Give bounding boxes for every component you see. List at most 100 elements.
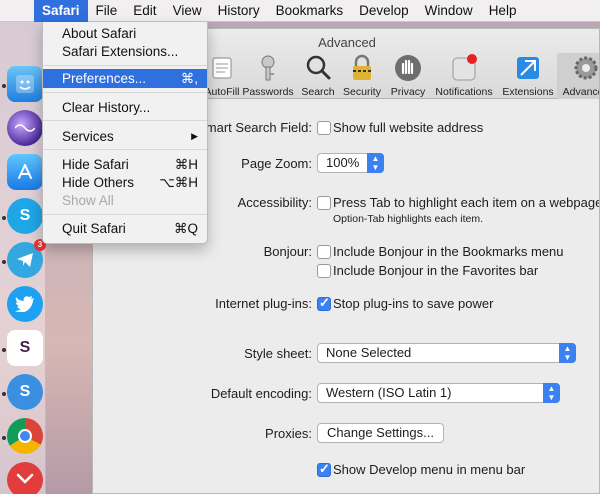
about-label: About Safari xyxy=(62,26,137,41)
accessibility-label: Accessibility: xyxy=(237,195,312,210)
tab-search-label: Search xyxy=(301,86,335,98)
app-store-icon[interactable] xyxy=(7,154,43,190)
slack-icon[interactable]: S xyxy=(7,330,43,366)
siri-icon[interactable] xyxy=(7,110,43,146)
running-indicator xyxy=(2,216,6,220)
menu-edit[interactable]: Edit xyxy=(125,0,164,22)
stop-plugins-checkbox[interactable] xyxy=(317,295,331,311)
menu-file[interactable]: File xyxy=(88,0,126,22)
skype-letter: S xyxy=(19,207,31,224)
tab-advanced-label: Advanced xyxy=(562,86,599,98)
hide-others-shortcut: ⌥⌘H xyxy=(159,175,198,190)
notifications-icon xyxy=(452,54,477,81)
bonjour-bookmarks-checkbox[interactable] xyxy=(317,245,331,259)
page-zoom-select[interactable]: 100% ▲ ▼ xyxy=(317,153,384,173)
chevron-right-icon: ▶ xyxy=(191,131,198,141)
menu-about-safari[interactable]: About Safari xyxy=(43,24,207,43)
twitter-icon[interactable] xyxy=(7,286,43,322)
chevron-updown-icon: ▲ ▼ xyxy=(543,383,560,403)
gear-icon xyxy=(574,56,598,80)
menu-view[interactable]: View xyxy=(165,0,210,22)
encoding-value: Western (ISO Latin 1) xyxy=(326,385,452,400)
chrome-icon[interactable] xyxy=(7,418,43,454)
hide-safari-label: Hide Safari xyxy=(62,157,129,172)
smart-search-label: Smart Search Field: xyxy=(197,120,312,135)
tab-privacy[interactable]: Privacy xyxy=(379,53,437,98)
tab-notifications[interactable]: Notifications xyxy=(435,53,493,98)
simplenote-icon[interactable]: S xyxy=(7,374,43,410)
services-label: Services xyxy=(62,129,114,144)
proxies-label: Proxies: xyxy=(265,426,312,441)
menu-bookmarks[interactable]: Bookmarks xyxy=(268,0,352,22)
menu-quit-safari[interactable]: Quit Safari ⌘Q xyxy=(43,219,207,238)
show-develop-text: Show Develop menu in menu bar xyxy=(333,462,526,477)
hide-others-label: Hide Others xyxy=(62,175,135,190)
menu-bar: Safari File Edit View History Bookmarks … xyxy=(0,0,600,22)
show-develop-checkbox[interactable] xyxy=(317,461,331,477)
menu-develop[interactable]: Develop xyxy=(351,0,417,22)
pocket-icon[interactable] xyxy=(7,462,43,494)
menu-preferences[interactable]: Preferences... ⌘, xyxy=(43,69,207,88)
bonjour-favorites-text: Include Bonjour in the Favorites bar xyxy=(333,263,539,278)
finder-icon[interactable] xyxy=(7,66,43,102)
menu-window[interactable]: Window xyxy=(417,0,481,22)
dock: S 3 S S xyxy=(0,22,46,494)
extensions-icon xyxy=(517,57,539,79)
menu-separator xyxy=(43,92,207,93)
encoding-select[interactable]: Western (ISO Latin 1) ▲ ▼ xyxy=(317,383,560,403)
option-tab-hint: Option-Tab highlights each item. xyxy=(333,213,483,225)
menu-separator xyxy=(43,65,207,66)
menu-services[interactable]: Services ▶ xyxy=(43,127,207,146)
running-indicator xyxy=(2,348,6,352)
plugins-label: Internet plug-ins: xyxy=(215,296,312,311)
simplenote-letter: S xyxy=(19,383,31,400)
lock-icon xyxy=(353,54,371,80)
menu-history[interactable]: History xyxy=(210,0,268,22)
clear-history-label: Clear History... xyxy=(62,100,151,115)
change-settings-button[interactable]: Change Settings... xyxy=(317,423,444,443)
bonjour-label: Bonjour: xyxy=(263,244,312,259)
menu-safari[interactable]: Safari xyxy=(34,0,88,22)
stylesheet-value: None Selected xyxy=(326,345,412,360)
tab-extensions[interactable]: Extensions xyxy=(499,53,557,98)
show-full-address-checkbox[interactable] xyxy=(317,121,331,135)
bonjour-bookmarks-text: Include Bonjour in the Bookmarks menu xyxy=(333,244,564,259)
autofill-icon xyxy=(212,57,232,79)
running-indicator xyxy=(2,392,6,396)
slack-letter: S xyxy=(19,339,31,356)
extensions-label: Safari Extensions... xyxy=(62,44,179,59)
quit-label: Quit Safari xyxy=(62,221,126,236)
menu-clear-history[interactable]: Clear History... xyxy=(43,98,207,117)
show-full-address-text: Show full website address xyxy=(333,120,484,135)
menu-hide-others[interactable]: Hide Others ⌥⌘H xyxy=(43,173,207,192)
tab-advanced[interactable]: Advanced xyxy=(557,53,599,99)
menu-hide-safari[interactable]: Hide Safari ⌘H xyxy=(43,155,207,174)
tab-security-label: Security xyxy=(343,86,381,98)
search-icon xyxy=(306,55,331,80)
chevron-updown-icon: ▲ ▼ xyxy=(367,153,384,173)
tab-privacy-label: Privacy xyxy=(390,86,426,98)
telegram-icon[interactable]: 3 xyxy=(7,239,46,278)
menu-separator xyxy=(43,149,207,150)
press-tab-checkbox[interactable] xyxy=(317,196,331,210)
menu-separator xyxy=(43,120,207,121)
key-icon xyxy=(261,55,275,81)
stylesheet-label: Style sheet: xyxy=(244,346,312,361)
menu-safari-extensions[interactable]: Safari Extensions... xyxy=(43,42,207,61)
bonjour-favorites-checkbox[interactable] xyxy=(317,264,331,278)
skype-icon[interactable]: S xyxy=(7,198,43,234)
preferences-label: Preferences... xyxy=(62,71,147,86)
running-indicator xyxy=(2,260,6,264)
menu-help[interactable]: Help xyxy=(481,0,525,22)
preferences-shortcut: ⌘, xyxy=(180,71,198,86)
chevron-updown-icon: ▲ ▼ xyxy=(559,343,576,363)
hide-safari-shortcut: ⌘H xyxy=(174,157,198,172)
stop-plugins-text: Stop plug-ins to save power xyxy=(333,296,494,311)
stylesheet-select[interactable]: None Selected ▲ ▼ xyxy=(317,343,576,363)
encoding-label: Default encoding: xyxy=(210,386,312,401)
running-indicator xyxy=(2,436,6,440)
running-indicator xyxy=(2,84,6,88)
menu-show-all: Show All xyxy=(43,191,207,210)
menu-separator xyxy=(43,214,207,215)
quit-shortcut: ⌘Q xyxy=(173,221,198,236)
